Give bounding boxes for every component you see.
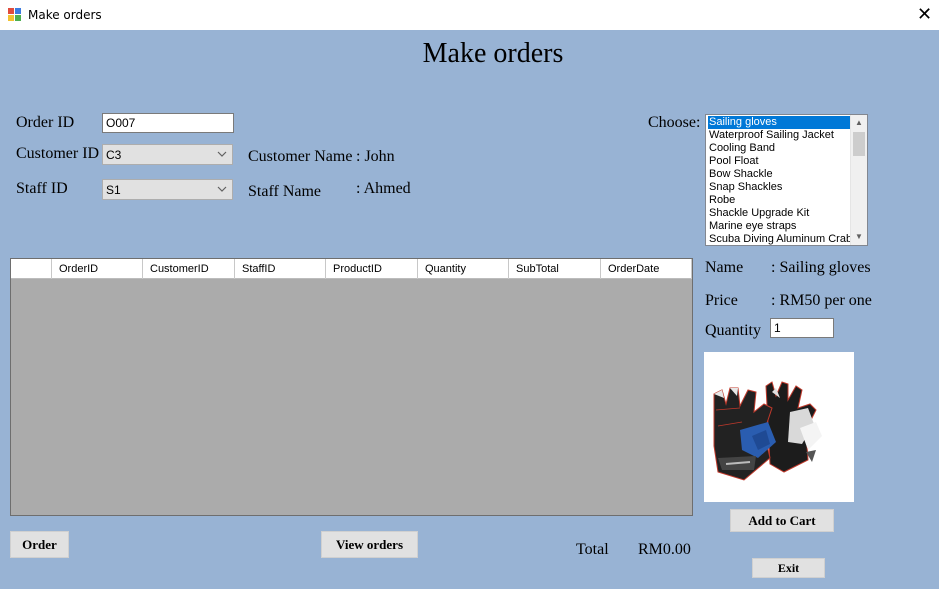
orders-grid[interactable]: OrderID CustomerID StaffID ProductID Quantit… [10, 258, 693, 516]
product-list-item[interactable]: Pool Float [708, 155, 850, 168]
grid-column-header[interactable]: CustomerID [143, 259, 235, 279]
chevron-down-icon [217, 186, 227, 192]
scrollbar-thumb[interactable] [853, 132, 865, 156]
product-price-value: : RM50 per one [771, 292, 872, 309]
form-client-area: Make orders Order ID O007 Customer ID C3… [0, 30, 939, 589]
grid-column-header[interactable]: ProductID [326, 259, 418, 279]
grid-column-header[interactable]: StaffID [235, 259, 326, 279]
order-id-label: Order ID [16, 114, 75, 131]
staff-name-label: Staff Name [248, 183, 322, 200]
customer-id-label: Customer ID [16, 145, 100, 162]
order-id-input[interactable]: O007 [102, 113, 234, 133]
grid-column-header[interactable]: OrderID [52, 259, 143, 279]
grid-header: OrderID CustomerID StaffID ProductID Quantit… [11, 259, 692, 279]
close-icon[interactable]: ✕ [910, 0, 939, 30]
product-list-item[interactable]: Robe [708, 194, 850, 207]
scroll-down-icon[interactable]: ▼ [851, 229, 867, 245]
product-list-item[interactable]: Shackle Upgrade Kit [708, 207, 850, 220]
add-to-cart-button[interactable]: Add to Cart [730, 509, 834, 532]
product-list-item[interactable]: Waterproof Sailing Jacket [708, 129, 850, 142]
quantity-input[interactable]: 1 [770, 318, 834, 338]
view-orders-button[interactable]: View orders [321, 531, 418, 558]
window-title: Make orders [28, 8, 102, 22]
product-list-item[interactable]: Scuba Diving Aluminum Crab [708, 233, 852, 245]
staff-name-value: : Ahmed [356, 180, 411, 197]
customer-id-select[interactable]: C3 [102, 144, 233, 165]
scroll-up-icon[interactable]: ▲ [851, 115, 867, 131]
product-image [704, 352, 854, 502]
staff-id-select[interactable]: S1 [102, 179, 233, 200]
staff-id-value: S1 [106, 183, 121, 197]
product-list-item[interactable]: Sailing gloves [708, 116, 850, 129]
product-list-item[interactable]: Marine eye straps [708, 220, 850, 233]
chevron-down-icon [217, 151, 227, 157]
row-header-corner [11, 259, 52, 279]
quantity-label: Quantity [705, 322, 761, 339]
customer-name-value: : John [356, 148, 395, 165]
app-icon [8, 8, 21, 21]
grid-column-header[interactable]: Quantity [418, 259, 509, 279]
total-label: Total [576, 541, 609, 558]
product-list-items: Sailing gloves Waterproof Sailing Jacket C… [708, 116, 852, 245]
listbox-scrollbar[interactable]: ▲ ▼ [850, 115, 867, 245]
choose-label: Choose: [648, 114, 701, 131]
product-list-item[interactable]: Cooling Band [708, 142, 850, 155]
product-name-label: Name [705, 259, 744, 276]
customer-name-label: Customer Name [248, 148, 353, 165]
grid-column-header[interactable]: OrderDate [601, 259, 692, 279]
product-price-label: Price [705, 292, 738, 309]
order-button[interactable]: Order [10, 531, 69, 558]
customer-id-value: C3 [106, 148, 122, 162]
exit-button[interactable]: Exit [752, 558, 825, 578]
title-bar: Make orders ✕ [0, 0, 939, 30]
product-list-item[interactable]: Snap Shackles [708, 181, 850, 194]
staff-id-label: Staff ID [16, 180, 68, 197]
product-listbox[interactable]: Sailing gloves Waterproof Sailing Jacket C… [705, 114, 868, 246]
product-name-value: : Sailing gloves [771, 259, 871, 276]
sailing-gloves-image [713, 381, 822, 481]
page-title: Make orders [422, 38, 564, 69]
total-value: RM0.00 [638, 541, 691, 558]
grid-column-header[interactable]: SubTotal [509, 259, 601, 279]
product-list-item[interactable]: Bow Shackle [708, 168, 850, 181]
